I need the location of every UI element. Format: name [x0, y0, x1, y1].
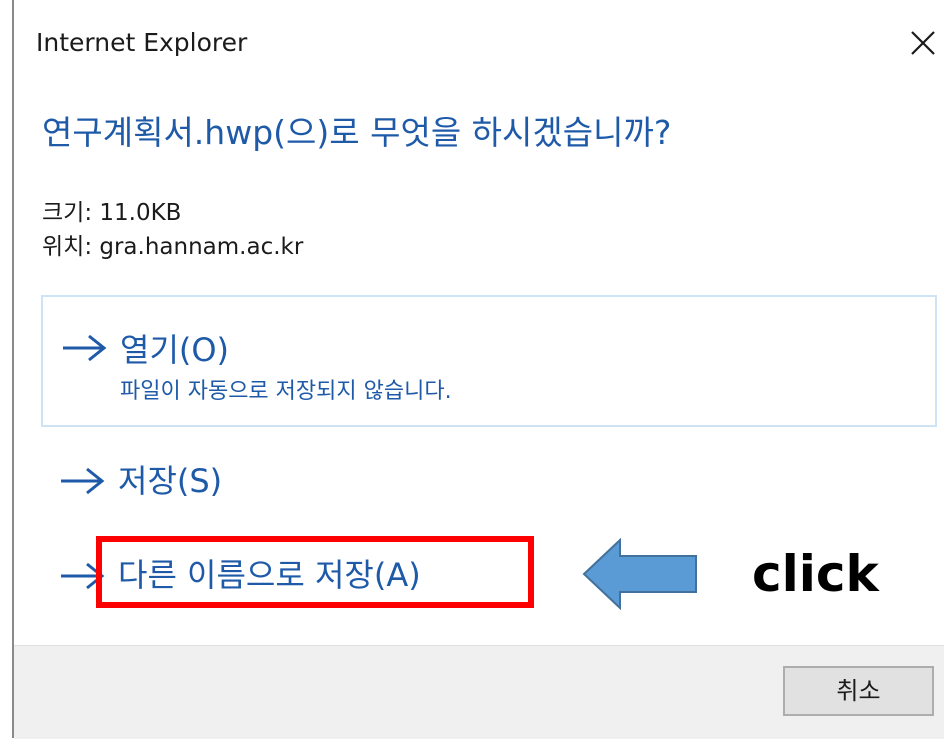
open-option-label: 열기(O) [120, 331, 230, 369]
file-size: 크기: 11.0KB [42, 200, 182, 226]
arrow-right-icon [61, 467, 105, 495]
arrow-right-icon [63, 334, 107, 362]
click-annotation: click [752, 545, 879, 603]
pointer-arrow-icon [582, 538, 697, 610]
highlight-box [96, 536, 534, 608]
save-option-label: 저장(S) [118, 462, 223, 500]
file-location: 위치: gra.hannam.ac.kr [42, 234, 304, 260]
open-option-description: 파일이 자동으로 저장되지 않습니다. [120, 379, 452, 404]
dialog-heading: 연구계획서.hwp(으)로 무엇을 하시겠습니까? [42, 113, 672, 152]
cancel-button[interactable]: 취소 [783, 666, 934, 716]
close-icon [911, 31, 935, 55]
close-button[interactable] [904, 22, 944, 62]
title-bar: Internet Explorer [14, 0, 944, 90]
download-dialog: Internet Explorer 연구계획서.hwp(으)로 무엇을 하시겠습… [12, 0, 944, 739]
save-option[interactable]: 저장(S) [41, 442, 937, 520]
window-title: Internet Explorer [36, 28, 248, 57]
open-option[interactable]: 열기(O) 파일이 자동으로 저장되지 않습니다. [41, 295, 937, 427]
dialog-footer: 취소 [14, 645, 944, 739]
